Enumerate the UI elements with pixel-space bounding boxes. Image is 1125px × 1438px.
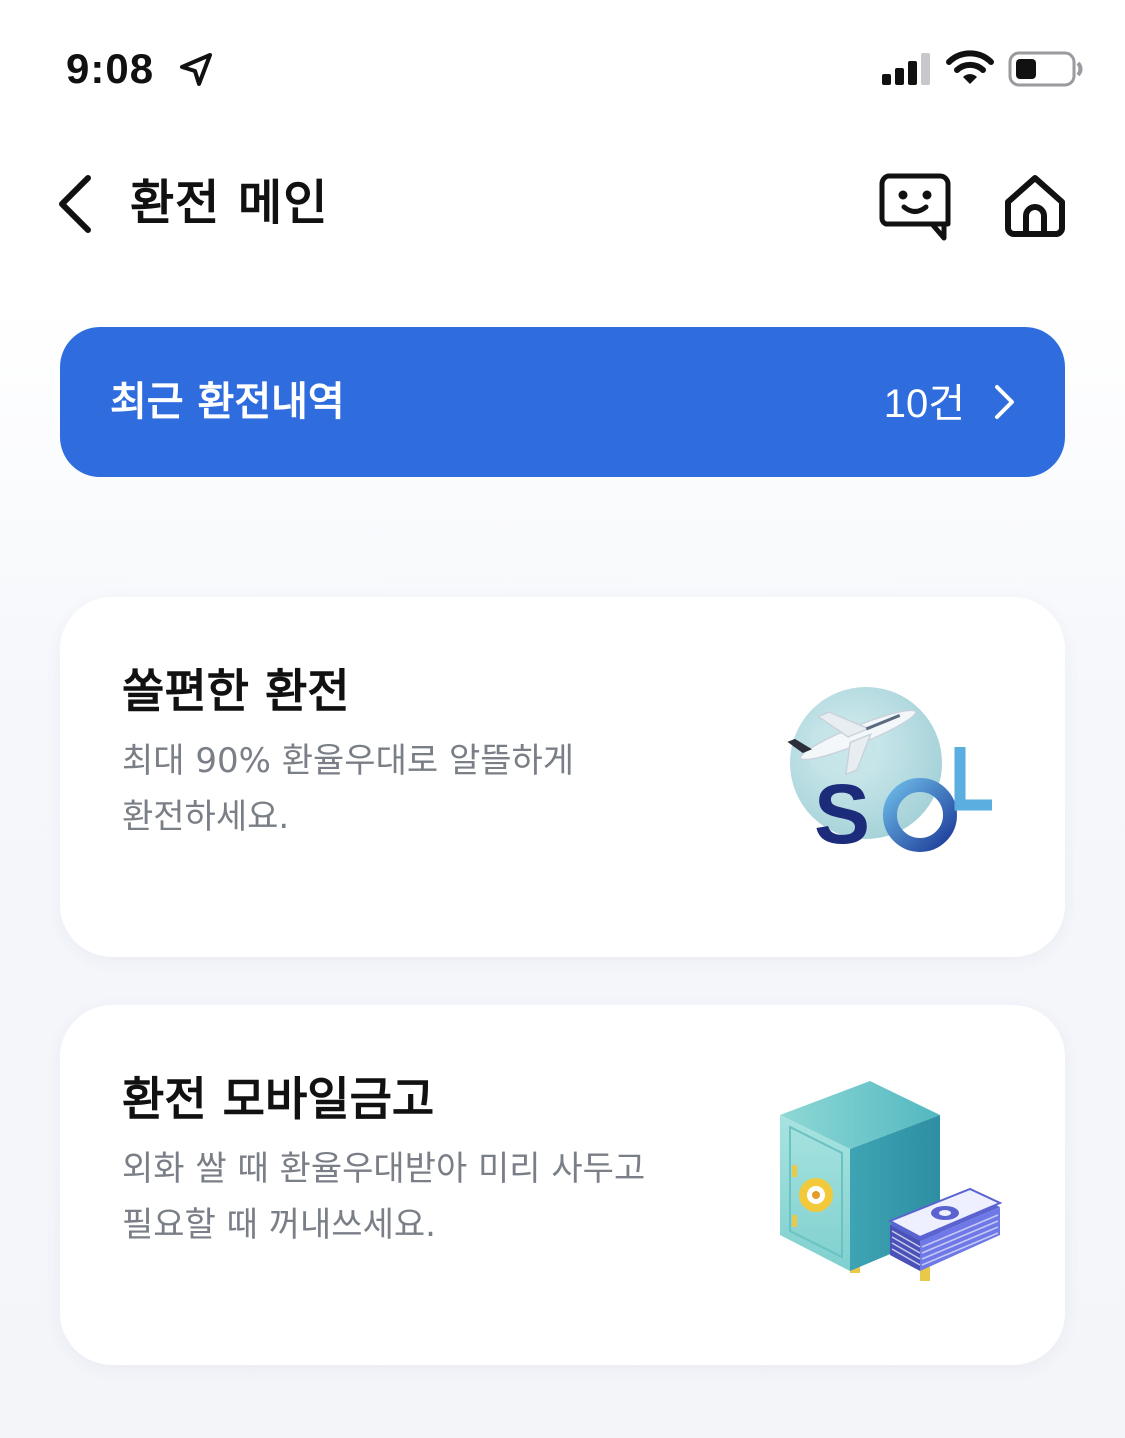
card-description-line: 환전하세요. xyxy=(122,797,290,837)
status-time: 9:08 xyxy=(66,45,155,92)
home-icon[interactable] xyxy=(1000,172,1070,238)
wifi-icon xyxy=(946,50,994,84)
recent-exchange-banner[interactable]: 최근 환전내역 10건 xyxy=(60,327,1065,477)
mobile-safe-card[interactable]: 환전 모바일금고 외화 쌀 때 환율우대받아 미리 사두고 필요할 때 꺼내쓰세… xyxy=(60,1005,1065,1365)
cellular-signal-icon xyxy=(882,53,930,85)
back-button[interactable] xyxy=(52,172,100,236)
sol-globe-airplane-illustration: S xyxy=(787,687,992,861)
recent-exchange-label: 최근 환전내역 xyxy=(110,379,345,425)
card-description: 외화 쌀 때 환율우대받아 미리 사두고 필요할 때 꺼내쓰세요. xyxy=(122,1141,722,1253)
card-description: 최대 90% 환율우대로 알뜰하게 환전하세요. xyxy=(122,733,722,845)
battery-icon xyxy=(1008,51,1083,87)
chevron-right-icon xyxy=(995,385,1014,419)
card-title: 환전 모바일금고 xyxy=(122,1072,435,1126)
recent-exchange-count: 10건 xyxy=(883,382,965,426)
chatbot-face-icon[interactable] xyxy=(878,172,952,242)
page-title: 환전 메인 xyxy=(130,175,329,231)
location-arrow-icon xyxy=(180,53,212,86)
card-description-line: 필요할 때 꺼내쓰세요. xyxy=(122,1205,436,1245)
safe-with-cash-illustration xyxy=(780,1081,1003,1281)
card-title: 쏠편한 환전 xyxy=(122,664,350,718)
card-description-line: 외화 쌀 때 환율우대받아 미리 사두고 xyxy=(122,1149,646,1189)
sol-letters: S xyxy=(814,767,870,861)
card-description-line: 최대 90% 환율우대로 알뜰하게 xyxy=(122,741,575,781)
sol-exchange-card[interactable]: 쏠편한 환전 최대 90% 환율우대로 알뜰하게 환전하세요. S xyxy=(60,597,1065,957)
